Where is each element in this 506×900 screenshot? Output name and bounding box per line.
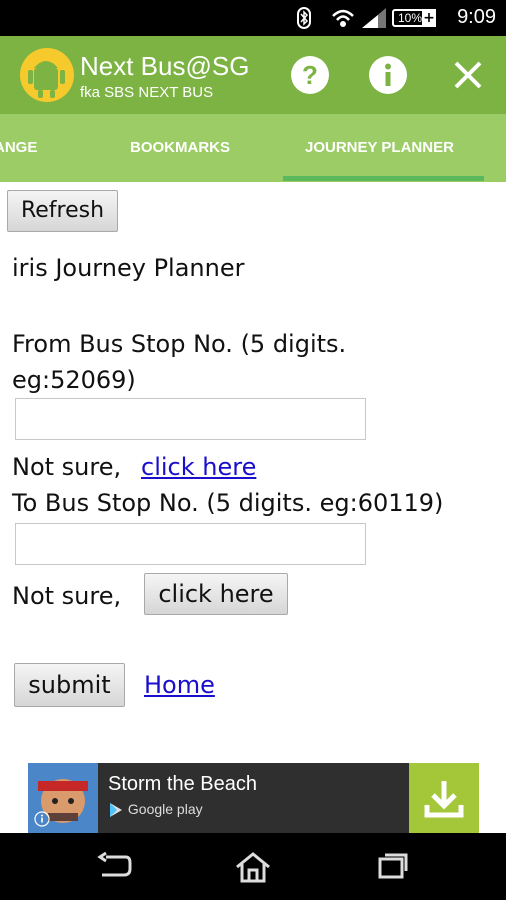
charging-icon: +	[422, 9, 436, 27]
click-here-button[interactable]: click here	[144, 573, 288, 615]
google-play-icon	[110, 803, 122, 818]
submit-button[interactable]: submit	[14, 663, 125, 707]
tab-bookmarks[interactable]: BOOKMARKS	[130, 139, 230, 156]
from-label-line2: eg:52069)	[12, 366, 136, 394]
not-sure-label-1: Not sure,	[12, 453, 122, 481]
to-label: To Bus Stop No. (5 digits. eg:60119)	[12, 489, 444, 517]
ad-title: Storm the Beach	[108, 773, 257, 795]
ad-info-icon[interactable]	[34, 811, 50, 827]
ad-store: Google play	[108, 801, 203, 818]
navigation-bar	[0, 833, 506, 900]
recent-apps-icon[interactable]	[377, 851, 409, 881]
back-icon[interactable]	[96, 851, 132, 881]
help-icon[interactable]: ?	[291, 56, 329, 94]
android-icon	[28, 61, 65, 98]
status-bar: 10% + 9:09	[0, 0, 506, 36]
ad-store-label: Google play	[127, 801, 203, 817]
app-logo	[20, 48, 74, 102]
app-title: Next Bus@SG	[80, 51, 250, 81]
home-link[interactable]: Home	[144, 671, 215, 699]
home-icon[interactable]	[234, 851, 272, 883]
tab-indicator	[283, 176, 484, 181]
click-here-link[interactable]: click here	[141, 453, 256, 481]
signal-icon	[362, 8, 386, 28]
status-time: 9:09	[457, 6, 496, 28]
page-heading: iris Journey Planner	[12, 254, 245, 282]
close-icon[interactable]	[449, 56, 487, 94]
tab-bar: ANGE BOOKMARKS JOURNEY PLANNER	[0, 114, 506, 182]
battery-percent: 10%	[398, 11, 423, 25]
battery-indicator: 10% +	[392, 9, 436, 27]
app-bar: Next Bus@SG fka SBS NEXT BUS ?	[0, 36, 506, 114]
webview-content: Refresh iris Journey Planner From Bus St…	[0, 182, 506, 832]
wifi-icon	[332, 9, 354, 27]
bluetooth-icon	[297, 7, 311, 29]
svg-text:?: ?	[302, 60, 318, 90]
tab-arrival-partial[interactable]: ANGE	[0, 139, 37, 156]
info-icon[interactable]	[369, 56, 407, 94]
from-label-line1: From Bus Stop No. (5 digits.	[12, 330, 347, 358]
to-stop-input[interactable]	[15, 523, 366, 565]
ad-thumbnail	[28, 763, 98, 833]
ad-download-button[interactable]	[409, 763, 479, 833]
refresh-button[interactable]: Refresh	[7, 190, 118, 232]
app-subtitle: fka SBS NEXT BUS	[80, 84, 214, 101]
download-icon	[424, 781, 464, 818]
tab-journey-planner[interactable]: JOURNEY PLANNER	[305, 139, 454, 156]
not-sure-label-2: Not sure,	[12, 582, 122, 610]
ad-banner[interactable]: Storm the Beach Google play	[28, 763, 479, 833]
from-stop-input[interactable]	[15, 398, 366, 440]
